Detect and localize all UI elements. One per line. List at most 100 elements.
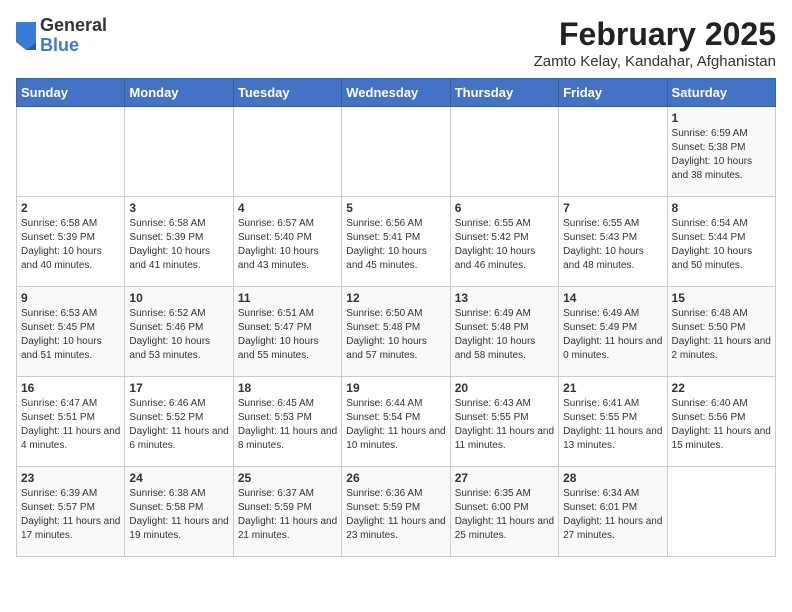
day-info: Sunrise: 6:35 AM Sunset: 6:00 PM Dayligh… [455,487,554,543]
day-info: Sunrise: 6:56 AM Sunset: 5:41 PM Dayligh… [346,217,445,273]
day-number: 16 [21,381,120,395]
day-info: Sunrise: 6:46 AM Sunset: 5:52 PM Dayligh… [129,397,228,453]
day-number: 17 [129,381,228,395]
calendar-cell: 4 Sunrise: 6:57 AM Sunset: 5:40 PM Daylig… [233,197,341,287]
calendar-week-row: 2Sunrise: 6:58 AM Sunset: 5:39 PM Daylig… [17,197,776,287]
day-number: 14 [563,291,662,305]
day-number: 13 [455,291,554,305]
day-info: Sunrise: 6:44 AM Sunset: 5:54 PM Dayligh… [346,397,445,453]
day-number: 20 [455,381,554,395]
calendar-cell: 15 Sunrise: 6:48 AM Sunset: 5:50 PM Dayli… [667,287,775,377]
day-number: 23 [21,471,120,485]
calendar-cell: 11 Sunrise: 6:51 AM Sunset: 5:47 PM Dayli… [233,287,341,377]
calendar-cell: 28Sunrise: 6:34 AM Sunset: 6:01 PM Dayli… [559,467,667,557]
day-number: 18 [238,381,337,395]
calendar-cell: 14 Sunrise: 6:49 AM Sunset: 5:49 PM Dayli… [559,287,667,377]
day-number: 3 [129,201,228,215]
day-info: Sunrise: 6:36 AM Sunset: 5:59 PM Dayligh… [346,487,445,543]
calendar-week-row: 23 Sunrise: 6:39 AM Sunset: 5:57 PM Dayli… [17,467,776,557]
weekday-header-friday: Friday [559,79,667,107]
calendar-cell [125,107,233,197]
calendar-cell: 12Sunrise: 6:50 AM Sunset: 5:48 PM Dayli… [342,287,450,377]
day-info: Sunrise: 6:55 AM Sunset: 5:42 PM Dayligh… [455,217,554,273]
logo: General Blue [16,16,107,56]
calendar-cell [233,107,341,197]
weekday-header-thursday: Thursday [450,79,558,107]
calendar-cell [342,107,450,197]
calendar-cell [667,467,775,557]
day-number: 15 [672,291,771,305]
day-info: Sunrise: 6:58 AM Sunset: 5:39 PM Dayligh… [129,217,228,273]
weekday-header-saturday: Saturday [667,79,775,107]
day-number: 26 [346,471,445,485]
day-info: Sunrise: 6:49 AM Sunset: 5:48 PM Dayligh… [455,307,554,363]
day-info: Sunrise: 6:43 AM Sunset: 5:55 PM Dayligh… [455,397,554,453]
calendar-week-row: 16Sunrise: 6:47 AM Sunset: 5:51 PM Dayli… [17,377,776,467]
page-subtitle: Zamto Kelay, Kandahar, Afghanistan [534,53,776,70]
weekday-header-monday: Monday [125,79,233,107]
weekday-header-tuesday: Tuesday [233,79,341,107]
day-info: Sunrise: 6:54 AM Sunset: 5:44 PM Dayligh… [672,217,771,273]
day-info: Sunrise: 6:39 AM Sunset: 5:57 PM Dayligh… [21,487,120,543]
day-info: Sunrise: 6:57 AM Sunset: 5:40 PM Dayligh… [238,217,337,273]
title-block: February 2025 Zamto Kelay, Kandahar, Afg… [534,16,776,70]
calendar-table: SundayMondayTuesdayWednesdayThursdayFrid… [16,78,776,557]
day-number: 5 [346,201,445,215]
day-number: 24 [129,471,228,485]
calendar-cell: 5 Sunrise: 6:56 AM Sunset: 5:41 PM Daylig… [342,197,450,287]
day-number: 4 [238,201,337,215]
day-number: 8 [672,201,771,215]
calendar-cell: 17 Sunrise: 6:46 AM Sunset: 5:52 PM Dayli… [125,377,233,467]
calendar-cell: 6 Sunrise: 6:55 AM Sunset: 5:42 PM Daylig… [450,197,558,287]
calendar-cell: 9 Sunrise: 6:53 AM Sunset: 5:45 PM Daylig… [17,287,125,377]
calendar-cell: 19 Sunrise: 6:44 AM Sunset: 5:54 PM Dayli… [342,377,450,467]
day-number: 1 [672,111,771,125]
calendar-cell: 18 Sunrise: 6:45 AM Sunset: 5:53 PM Dayli… [233,377,341,467]
calendar-cell: 24 Sunrise: 6:38 AM Sunset: 5:58 PM Dayli… [125,467,233,557]
day-number: 7 [563,201,662,215]
day-info: Sunrise: 6:40 AM Sunset: 5:56 PM Dayligh… [672,397,771,453]
calendar-cell: 10Sunrise: 6:52 AM Sunset: 5:46 PM Dayli… [125,287,233,377]
day-number: 19 [346,381,445,395]
weekday-header-sunday: Sunday [17,79,125,107]
day-info: Sunrise: 6:41 AM Sunset: 5:55 PM Dayligh… [563,397,662,453]
calendar-cell: 3 Sunrise: 6:58 AM Sunset: 5:39 PM Daylig… [125,197,233,287]
page-title: February 2025 [534,16,776,53]
calendar-cell: 2Sunrise: 6:58 AM Sunset: 5:39 PM Daylig… [17,197,125,287]
calendar-cell: 7 Sunrise: 6:55 AM Sunset: 5:43 PM Daylig… [559,197,667,287]
day-number: 27 [455,471,554,485]
day-info: Sunrise: 6:34 AM Sunset: 6:01 PM Dayligh… [563,487,662,543]
calendar-cell: 22 Sunrise: 6:40 AM Sunset: 5:56 PM Dayli… [667,377,775,467]
logo-blue-text: Blue [40,36,107,56]
calendar-cell: 27 Sunrise: 6:35 AM Sunset: 6:00 PM Dayli… [450,467,558,557]
calendar-week-row: 9 Sunrise: 6:53 AM Sunset: 5:45 PM Daylig… [17,287,776,377]
day-info: Sunrise: 6:49 AM Sunset: 5:49 PM Dayligh… [563,307,662,363]
day-number: 12 [346,291,445,305]
calendar-week-row: 1Sunrise: 6:59 AM Sunset: 5:38 PM Daylig… [17,107,776,197]
day-number: 6 [455,201,554,215]
day-info: Sunrise: 6:51 AM Sunset: 5:47 PM Dayligh… [238,307,337,363]
calendar-cell: 1Sunrise: 6:59 AM Sunset: 5:38 PM Daylig… [667,107,775,197]
day-number: 11 [238,291,337,305]
calendar-cell: 8 Sunrise: 6:54 AM Sunset: 5:44 PM Daylig… [667,197,775,287]
calendar-cell [559,107,667,197]
day-info: Sunrise: 6:38 AM Sunset: 5:58 PM Dayligh… [129,487,228,543]
calendar-cell: 13 Sunrise: 6:49 AM Sunset: 5:48 PM Dayli… [450,287,558,377]
day-info: Sunrise: 6:55 AM Sunset: 5:43 PM Dayligh… [563,217,662,273]
calendar-cell [450,107,558,197]
day-number: 22 [672,381,771,395]
calendar-cell: 20 Sunrise: 6:43 AM Sunset: 5:55 PM Dayli… [450,377,558,467]
day-info: Sunrise: 6:45 AM Sunset: 5:53 PM Dayligh… [238,397,337,453]
day-info: Sunrise: 6:53 AM Sunset: 5:45 PM Dayligh… [21,307,120,363]
day-number: 9 [21,291,120,305]
day-info: Sunrise: 6:48 AM Sunset: 5:50 PM Dayligh… [672,307,771,363]
calendar-cell: 21 Sunrise: 6:41 AM Sunset: 5:55 PM Dayli… [559,377,667,467]
day-number: 21 [563,381,662,395]
calendar-cell: 23 Sunrise: 6:39 AM Sunset: 5:57 PM Dayli… [17,467,125,557]
weekday-header-row: SundayMondayTuesdayWednesdayThursdayFrid… [17,79,776,107]
weekday-header-wednesday: Wednesday [342,79,450,107]
logo-icon [16,22,36,50]
day-info: Sunrise: 6:37 AM Sunset: 5:59 PM Dayligh… [238,487,337,543]
calendar-cell: 26 Sunrise: 6:36 AM Sunset: 5:59 PM Dayli… [342,467,450,557]
day-info: Sunrise: 6:58 AM Sunset: 5:39 PM Dayligh… [21,217,120,273]
